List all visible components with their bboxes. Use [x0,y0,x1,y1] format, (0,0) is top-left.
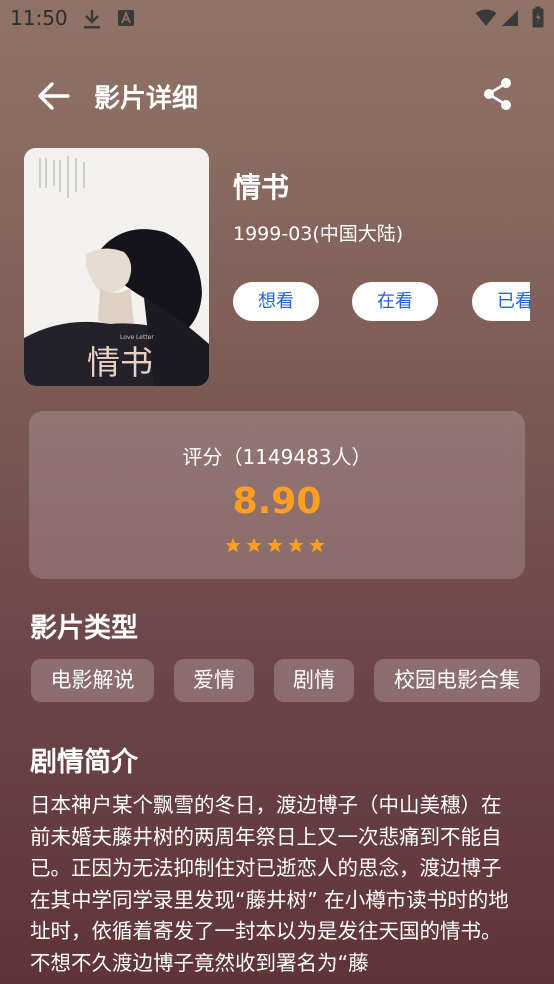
a-icon [117,9,135,31]
page-title: 影片详细 [94,84,199,114]
arrow-left-icon [36,82,72,116]
rating-stars [225,537,329,557]
poster-title: 情书 [87,343,153,382]
genre-tag[interactable]: 爱情 [174,659,254,702]
release-date: 1999-03(中国大陆) [233,223,404,245]
watching-button[interactable]: 在看 [352,282,438,321]
genre-tag[interactable]: 电影解说 [31,659,154,702]
genre-tag[interactable]: 剧情 [274,659,354,702]
rating-label: 评分（1149483人） [182,445,372,469]
genre-heading: 影片类型 [30,613,138,644]
share-button[interactable] [480,76,516,112]
synopsis-heading: 剧情简介 [30,747,138,778]
rating-card: 评分（1149483人） 8.90 [29,411,525,579]
star-icon [246,537,262,553]
wifi-icon [475,9,497,31]
back-button[interactable] [36,80,72,112]
movie-title: 情书 [233,171,290,204]
want-to-watch-button[interactable]: 想看 [233,282,319,321]
battery-icon [532,6,544,32]
status-bar: 11:50 [0,0,554,38]
star-icon [309,537,325,553]
genre-tag[interactable]: 校园电影合集 [374,659,540,702]
rating-score: 8.90 [232,481,322,522]
star-icon [225,537,241,553]
star-icon [267,537,283,553]
status-time: 11:50 [10,6,68,30]
poster-subtitle: Love Letter [120,334,154,341]
action-buttons: 想看 在看 已看 [233,282,530,322]
download-icon [82,8,102,34]
share-icon [480,78,516,116]
top-app-bar: 影片详细 [0,70,554,122]
synopsis-text: 日本神户某个飘雪的冬日，渡边博子（中山美穗）在前未婚夫藤井树的两周年祭日上又一次… [30,793,509,975]
signal-icon [501,9,519,31]
watched-button[interactable]: 已看 [472,282,530,321]
star-icon [288,537,304,553]
movie-poster[interactable]: 情书 Love Letter [24,148,209,386]
